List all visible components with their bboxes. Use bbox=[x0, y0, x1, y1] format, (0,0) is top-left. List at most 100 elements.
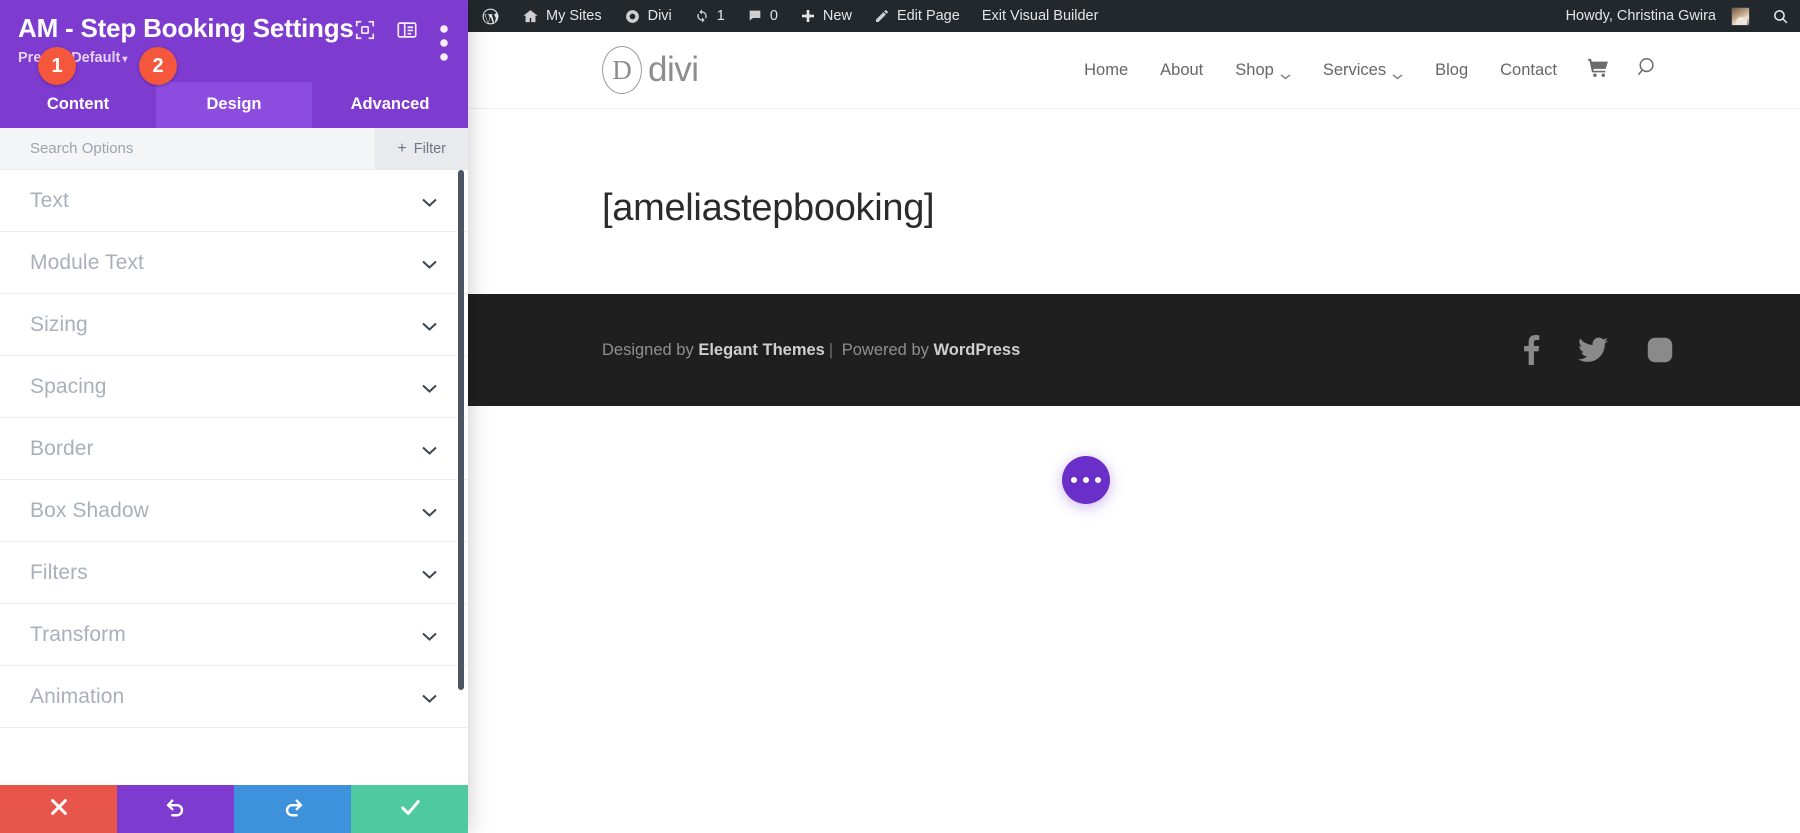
settings-header-icons bbox=[354, 14, 450, 41]
admin-bar-item-edit-page[interactable]: Edit Page bbox=[863, 0, 971, 32]
dot bbox=[1071, 477, 1077, 483]
nav-label: Services bbox=[1323, 61, 1386, 80]
updates-icon bbox=[694, 8, 710, 24]
focus-module-icon[interactable] bbox=[354, 19, 376, 41]
chevron-down-icon bbox=[421, 629, 438, 640]
nav-item-blog[interactable]: Blog bbox=[1419, 61, 1484, 80]
site-header: D divi Home About Shop Services bbox=[468, 32, 1800, 109]
site-search-button[interactable] bbox=[1623, 56, 1674, 84]
visual-builder-menu-button[interactable] bbox=[1062, 456, 1110, 504]
wordpress-logo-icon bbox=[481, 7, 500, 26]
chevron-down-icon bbox=[421, 443, 438, 454]
admin-bar-label: My Sites bbox=[546, 8, 602, 24]
admin-bar-right: Howdy, Christina Gwira bbox=[1555, 0, 1800, 32]
twitter-icon[interactable] bbox=[1578, 337, 1608, 363]
divi-logo-text: divi bbox=[648, 50, 699, 90]
nav-item-home[interactable]: Home bbox=[1068, 61, 1144, 80]
footer-separator: | bbox=[829, 341, 833, 359]
admin-bar-item-new[interactable]: New bbox=[789, 0, 863, 32]
option-group-label: Text bbox=[30, 189, 421, 213]
cart-icon bbox=[1587, 58, 1609, 83]
footer-brand-link[interactable]: Elegant Themes bbox=[698, 341, 825, 359]
option-group-module-text[interactable]: Module Text bbox=[0, 232, 468, 294]
redo-button[interactable] bbox=[234, 785, 351, 833]
chevron-down-icon bbox=[421, 567, 438, 578]
undo-button[interactable] bbox=[117, 785, 234, 833]
option-group-sizing[interactable]: Sizing bbox=[0, 294, 468, 356]
chevron-down-icon bbox=[421, 195, 438, 206]
wordpress-logo-button[interactable] bbox=[470, 0, 511, 32]
site-footer: Designed by Elegant Themes| Powered by W… bbox=[468, 294, 1800, 406]
option-group-label: Box Shadow bbox=[30, 499, 421, 523]
plus-icon: + bbox=[397, 140, 406, 158]
plus-icon bbox=[800, 8, 816, 24]
site-logo[interactable]: D divi bbox=[602, 46, 699, 94]
option-group-label: Transform bbox=[30, 623, 421, 647]
option-group-animation[interactable]: Animation bbox=[0, 666, 468, 728]
panel-scrollbar[interactable] bbox=[458, 170, 464, 690]
tab-design[interactable]: Design bbox=[156, 82, 312, 128]
admin-bar-label: Edit Page bbox=[897, 8, 960, 24]
nav-label: Home bbox=[1084, 61, 1128, 80]
cancel-button[interactable] bbox=[0, 785, 117, 833]
admin-bar-item-updates[interactable]: 1 bbox=[683, 0, 736, 32]
divi-dashboard-icon bbox=[624, 8, 641, 25]
admin-bar-label: Divi bbox=[648, 8, 672, 24]
page-content-area: [ameliastepbooking] bbox=[468, 109, 1800, 294]
design-options-list: Text Module Text Sizing Spacing bbox=[0, 170, 468, 833]
admin-bar-item-comments[interactable]: 0 bbox=[736, 0, 789, 32]
more-options-icon[interactable] bbox=[438, 19, 450, 41]
comments-icon bbox=[747, 8, 763, 24]
nav-item-contact[interactable]: Contact bbox=[1484, 61, 1573, 80]
tab-advanced[interactable]: Advanced bbox=[312, 82, 468, 128]
avatar bbox=[1731, 7, 1750, 26]
save-button[interactable] bbox=[351, 785, 468, 833]
cart-button[interactable] bbox=[1573, 58, 1623, 83]
admin-bar-label: 0 bbox=[770, 8, 778, 24]
admin-bar-item-my-sites[interactable]: My Sites bbox=[511, 0, 613, 32]
close-icon bbox=[48, 796, 70, 823]
option-group-border[interactable]: Border bbox=[0, 418, 468, 480]
admin-bar-label: 1 bbox=[717, 8, 725, 24]
option-group-spacing[interactable]: Spacing bbox=[0, 356, 468, 418]
option-group-label: Animation bbox=[30, 685, 421, 709]
filter-button[interactable]: + Filter bbox=[375, 128, 468, 169]
sites-icon bbox=[522, 8, 539, 25]
settings-action-bar bbox=[0, 785, 468, 833]
settings-tabs: Content Design Advanced bbox=[0, 82, 468, 128]
visual-builder-preview: My Sites Divi 1 bbox=[468, 0, 1800, 833]
nav-label: About bbox=[1160, 61, 1203, 80]
option-group-filters[interactable]: Filters bbox=[0, 542, 468, 604]
settings-title-row: AM - Step Booking Settings bbox=[18, 14, 450, 43]
footer-credits: Designed by Elegant Themes| Powered by W… bbox=[602, 341, 1020, 360]
preset-selector[interactable]: Preset: Default▾ bbox=[18, 50, 450, 66]
search-input[interactable] bbox=[0, 128, 375, 169]
filter-button-label: Filter bbox=[414, 141, 446, 157]
chevron-down-icon bbox=[1280, 66, 1291, 74]
option-group-box-shadow[interactable]: Box Shadow bbox=[0, 480, 468, 542]
screen-root: My Sites Divi 1 bbox=[0, 0, 1800, 833]
admin-bar-search-button[interactable] bbox=[1761, 0, 1800, 32]
facebook-icon[interactable] bbox=[1523, 335, 1540, 365]
nav-item-shop[interactable]: Shop bbox=[1219, 61, 1307, 80]
instagram-icon[interactable] bbox=[1646, 336, 1674, 364]
admin-bar-item-exit-visual-builder[interactable]: Exit Visual Builder bbox=[971, 0, 1110, 32]
admin-bar-account-menu[interactable]: Howdy, Christina Gwira bbox=[1555, 0, 1761, 32]
tab-content[interactable]: Content bbox=[0, 82, 156, 128]
option-group-label: Border bbox=[30, 437, 421, 461]
admin-bar-label: Exit Visual Builder bbox=[982, 8, 1099, 24]
chevron-down-icon bbox=[421, 691, 438, 702]
dot bbox=[1095, 477, 1101, 483]
nav-item-services[interactable]: Services bbox=[1307, 61, 1419, 80]
admin-bar-label: New bbox=[823, 8, 852, 24]
admin-bar-item-divi[interactable]: Divi bbox=[613, 0, 683, 32]
option-group-text[interactable]: Text bbox=[0, 170, 468, 232]
footer-middle: Powered by bbox=[837, 341, 933, 359]
option-group-transform[interactable]: Transform bbox=[0, 604, 468, 666]
panel-layout-icon[interactable] bbox=[396, 19, 418, 41]
nav-item-about[interactable]: About bbox=[1144, 61, 1219, 80]
chevron-down-icon bbox=[421, 257, 438, 268]
footer-prefix: Designed by bbox=[602, 341, 698, 359]
footer-platform-link[interactable]: WordPress bbox=[933, 341, 1020, 359]
nav-label: Shop bbox=[1235, 61, 1274, 80]
